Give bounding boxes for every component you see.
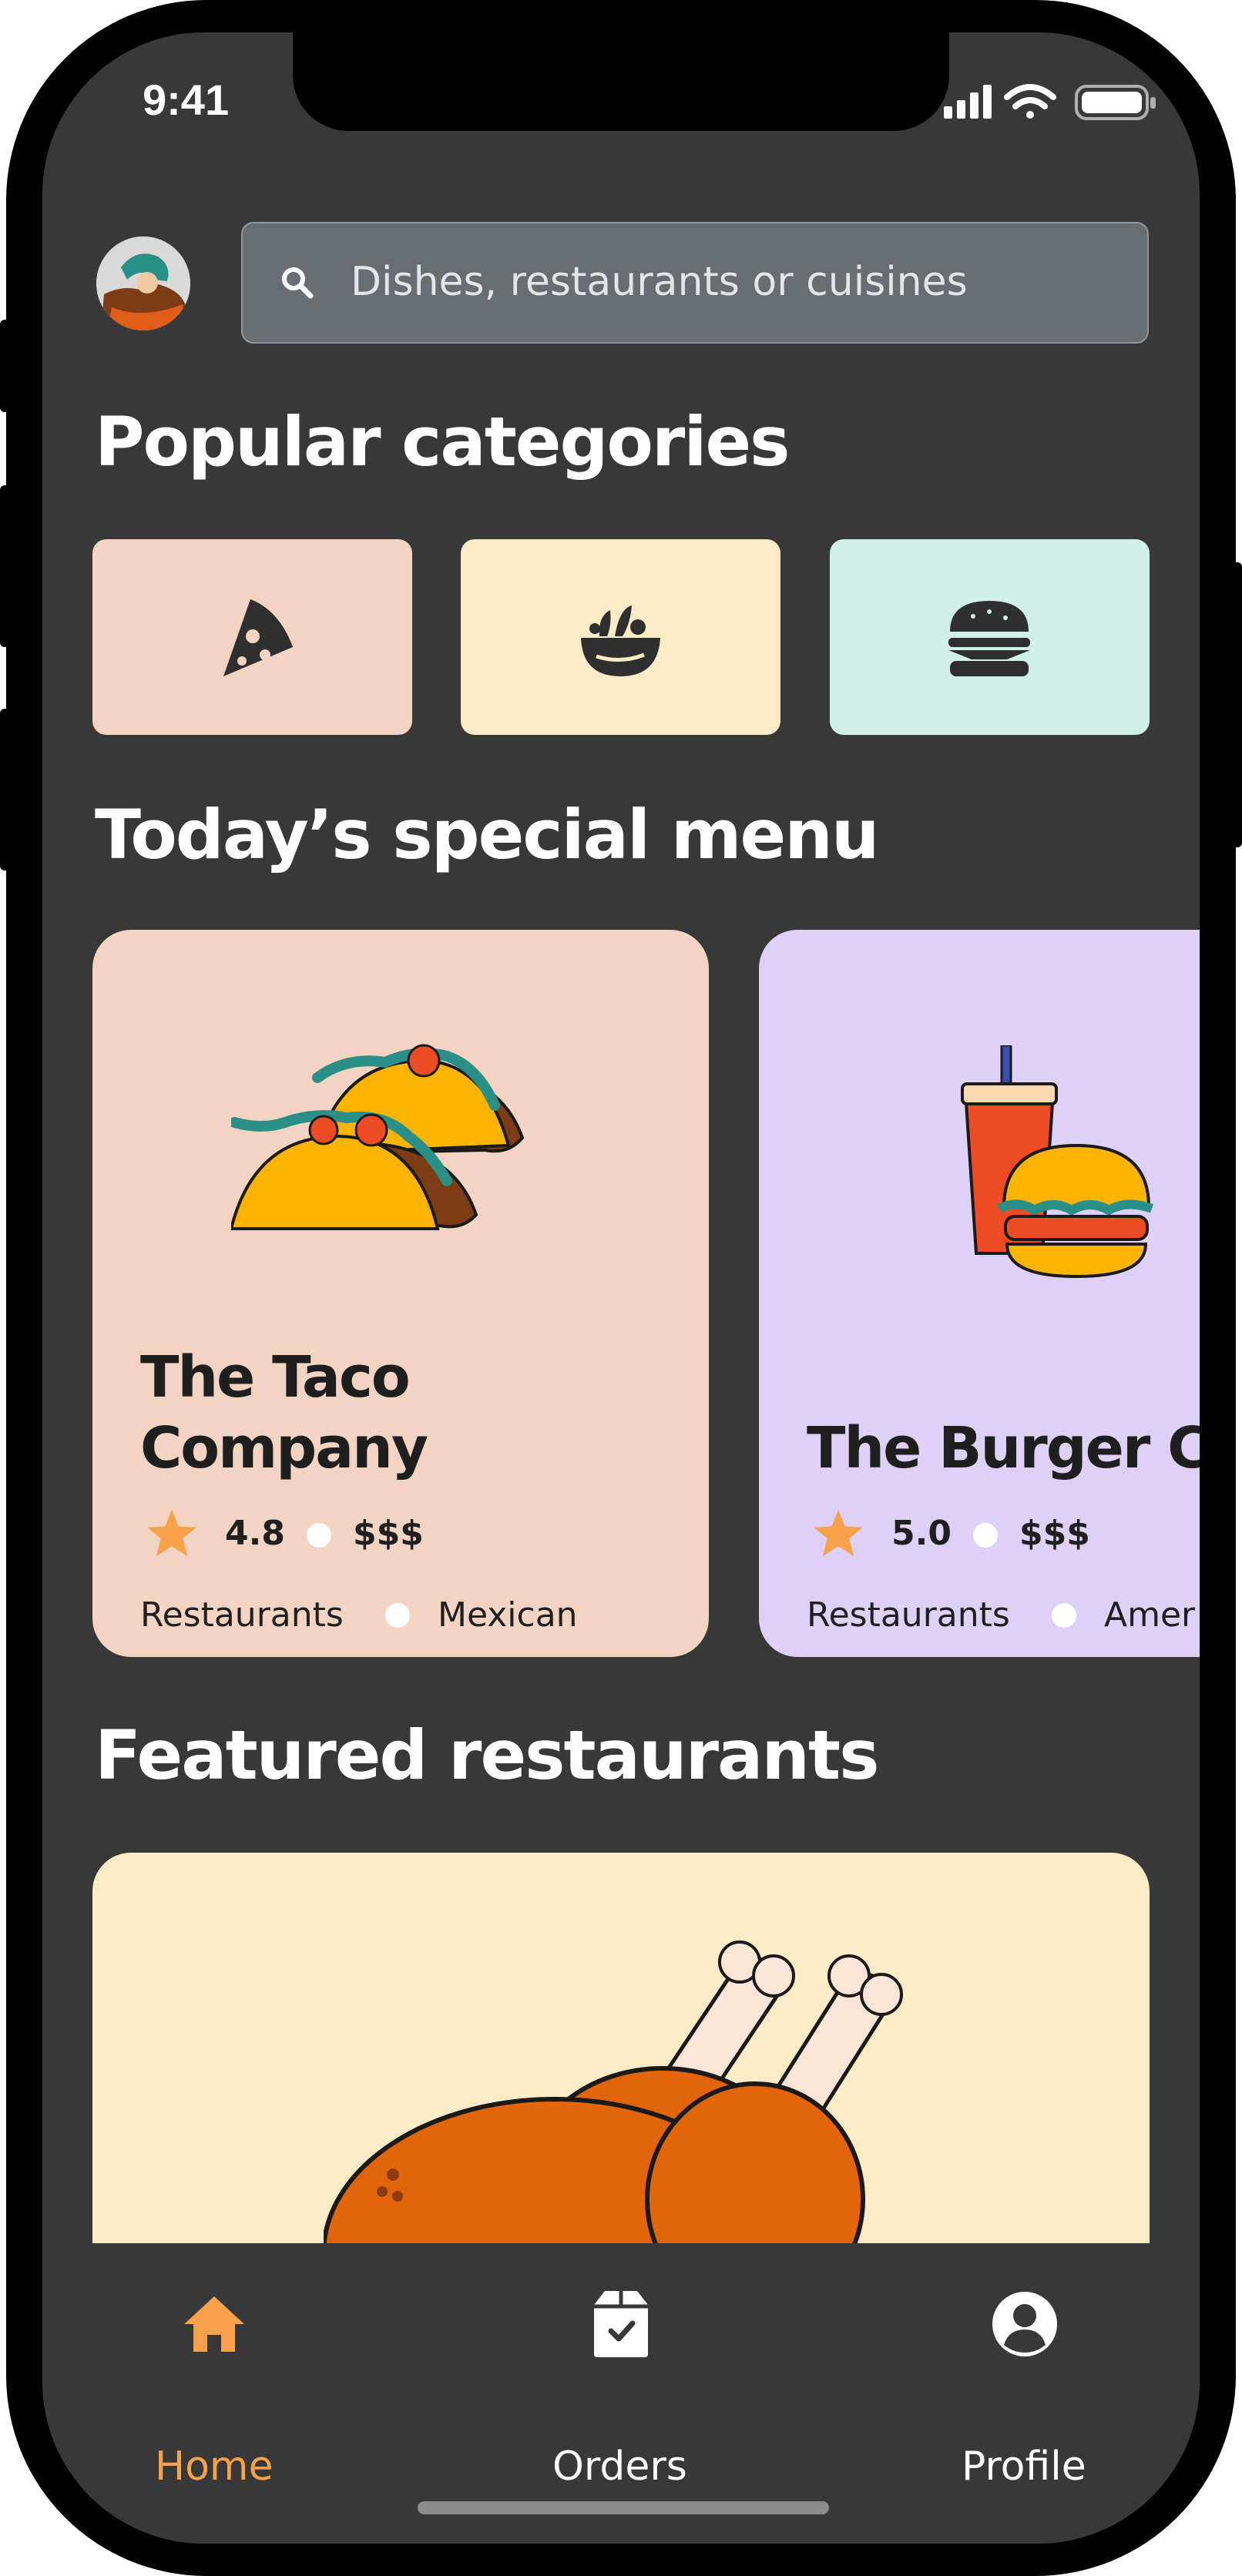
star-icon	[147, 1509, 196, 1557]
status-icons	[944, 84, 1156, 120]
special-menu-title: Today’s special menu	[95, 795, 880, 874]
category-tile-pizza[interactable]	[92, 539, 412, 735]
restaurant-name: The Burger Cl	[807, 1415, 1200, 1481]
burger-icon	[948, 601, 1030, 676]
special-card-burger-club[interactable]: The Burger Cl 5.0 $$$ Restaurants Amer	[759, 930, 1200, 1657]
home-indicator[interactable]	[418, 2501, 829, 2514]
separator-dot	[973, 1523, 998, 1548]
tab-profile[interactable]: Profile	[962, 2444, 1086, 2490]
profile-icon[interactable]	[992, 2291, 1058, 2357]
restaurant-name: The Taco	[140, 1344, 411, 1410]
search-icon	[282, 267, 314, 299]
orders-icon[interactable]	[589, 2289, 653, 2359]
featured-restaurants-title: Featured restaurants	[95, 1716, 879, 1795]
separator-dot	[307, 1523, 331, 1548]
side-button-right	[1231, 562, 1242, 847]
notch	[293, 32, 949, 131]
taco-illustration	[231, 1044, 525, 1230]
side-button-left	[0, 320, 11, 412]
category-tile-burger[interactable]	[830, 539, 1150, 735]
price-level: $$$	[1019, 1514, 1090, 1553]
category-tile-salad[interactable]	[461, 539, 780, 735]
tab-home[interactable]: Home	[155, 2444, 274, 2490]
tab-orders[interactable]: Orders	[552, 2444, 687, 2490]
rating: 4.8	[225, 1514, 285, 1553]
app-screen: 9:41 Dishes, restaurants or cuisines Pop…	[42, 32, 1200, 2544]
cellular-signal-icon	[944, 85, 992, 119]
restaurant-type: Restaurants	[140, 1595, 344, 1635]
burger-drink-illustration	[961, 1045, 1154, 1279]
special-card-taco-company[interactable]: The Taco Company 4.8 $$$ Restaurants Mex…	[92, 930, 709, 1657]
pizza-icon	[223, 599, 293, 676]
roast-chicken-illustration	[324, 1940, 903, 2284]
user-avatar[interactable]	[96, 236, 190, 330]
status-time: 9:41	[143, 75, 230, 124]
side-button-left	[0, 709, 11, 870]
search-input[interactable]: Dishes, restaurants or cuisines	[351, 259, 968, 305]
star-icon	[814, 1509, 863, 1557]
salad-bowl-icon	[581, 605, 660, 676]
cuisine: Amer	[1104, 1595, 1196, 1635]
home-icon[interactable]	[181, 2293, 247, 2355]
tab-bar	[42, 2243, 1200, 2544]
cuisine: Mexican	[438, 1595, 578, 1635]
popular-categories-title: Popular categories	[95, 402, 791, 481]
featured-restaurant-card[interactable]	[92, 1853, 1150, 2284]
price-level: $$$	[353, 1514, 424, 1553]
restaurant-type: Restaurants	[807, 1595, 1010, 1635]
side-button-left	[0, 485, 11, 647]
battery-icon	[1075, 85, 1156, 120]
separator-dot	[1052, 1603, 1076, 1628]
separator-dot	[385, 1603, 410, 1628]
search-bar[interactable]: Dishes, restaurants or cuisines	[241, 222, 1149, 344]
wifi-icon	[1004, 84, 1056, 119]
rating: 5.0	[891, 1514, 952, 1553]
restaurant-name: Company	[140, 1415, 428, 1481]
